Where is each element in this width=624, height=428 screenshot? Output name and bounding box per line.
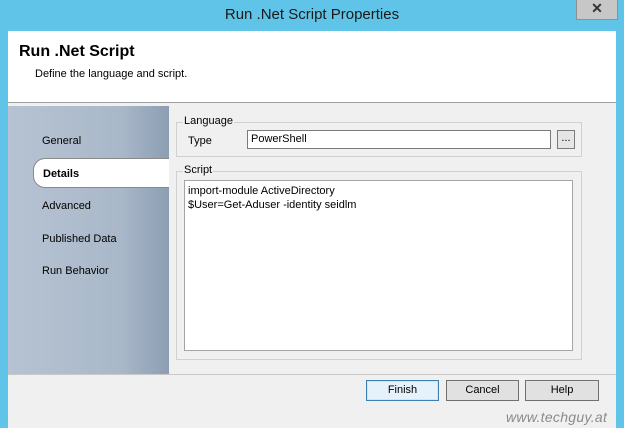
sidebar-item-details[interactable]: Details	[33, 158, 169, 188]
dialog-client-area: Run .Net Script Define the language and …	[8, 31, 616, 428]
dialog-header: Run .Net Script Define the language and …	[8, 31, 616, 103]
properties-dialog: Run .Net Script Properties ✕ Run .Net Sc…	[0, 0, 624, 428]
browse-language-button[interactable]: ...	[557, 130, 575, 149]
title-bar[interactable]: Run .Net Script Properties ✕	[0, 0, 624, 31]
window-title: Run .Net Script Properties	[224, 6, 400, 23]
sidebar-item-advanced[interactable]: Advanced	[42, 200, 91, 212]
page-subtitle: Define the language and script.	[35, 68, 188, 80]
script-line: import-module ActiveDirectory	[188, 185, 335, 197]
language-type-field[interactable]: PowerShell	[247, 130, 551, 149]
sidebar-item-published-data[interactable]: Published Data	[42, 233, 117, 245]
script-editor[interactable]: import-module ActiveDirectory $User=Get-…	[184, 180, 573, 351]
page-title: Run .Net Script	[19, 43, 135, 60]
close-icon[interactable]: ✕	[576, 0, 618, 20]
script-line: $User=Get-Aduser -identity seidlm	[188, 199, 357, 211]
language-group-label: Language	[183, 115, 234, 127]
finish-button[interactable]: Finish	[366, 380, 439, 401]
help-button[interactable]: Help	[525, 380, 599, 401]
type-label: Type	[188, 135, 212, 147]
cancel-button[interactable]: Cancel	[446, 380, 519, 401]
script-group-label: Script	[183, 164, 214, 176]
sidebar-item-run-behavior[interactable]: Run Behavior	[42, 265, 109, 277]
watermark: www.techguy.at	[506, 409, 608, 425]
sidebar-item-general[interactable]: General	[42, 135, 81, 147]
sidebar-nav: General Details Advanced Published Data …	[8, 106, 169, 374]
footer-divider	[8, 374, 616, 375]
